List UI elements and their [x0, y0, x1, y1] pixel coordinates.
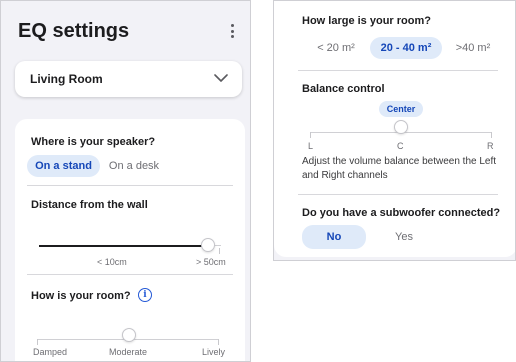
room-dropdown[interactable]: Living Room	[15, 61, 242, 97]
room-sound-stop-damped: Damped	[33, 347, 68, 357]
room-sound-stop-moderate: Moderate	[109, 347, 148, 357]
room-sound-label: How is your room?	[31, 290, 131, 302]
room-dropdown-value: Living Room	[30, 72, 103, 86]
subwoofer-option-no[interactable]: No	[302, 225, 366, 249]
subwoofer-label: Do you have a subwoofer connected?	[302, 207, 501, 219]
slider-tick	[310, 132, 311, 138]
eq-settings-screen-scrolled: How large is your room? < 20 m² 20 - 40 …	[273, 0, 516, 261]
balance-slider-thumb[interactable]	[394, 120, 408, 134]
chevron-down-icon	[214, 74, 228, 82]
room-size-option-large[interactable]: >40 m²	[450, 37, 496, 59]
divider	[298, 194, 498, 195]
more-vertical-icon[interactable]	[227, 21, 237, 41]
room-size-option-small[interactable]: < 20 m²	[308, 37, 364, 59]
balance-tick-left: L	[308, 141, 314, 151]
eq-settings-screen: EQ settings Living Room Where is your sp…	[0, 0, 251, 362]
balance-description: Adjust the volume balance between the Le…	[302, 156, 497, 181]
distance-slider-fill	[39, 244, 209, 247]
slider-tick	[219, 248, 220, 254]
distance-label: Distance from the wall	[31, 199, 148, 211]
divider	[298, 70, 498, 71]
distance-max-label: > 50cm	[196, 257, 226, 267]
room-sound-slider-thumb[interactable]	[122, 328, 136, 342]
divider	[27, 185, 233, 186]
room-sound-stop-lively: Lively	[202, 347, 226, 357]
placement-option-desk[interactable]: On a desk	[105, 155, 163, 177]
room-size-option-medium[interactable]: 20 - 40 m²	[370, 37, 442, 59]
slider-tick	[218, 339, 219, 345]
eq-settings-card: Where is your speaker? On a stand On a d…	[15, 119, 245, 361]
info-icon[interactable]: i	[138, 288, 152, 302]
distance-slider-thumb[interactable]	[201, 238, 216, 252]
distance-min-label: < 10cm	[97, 257, 127, 267]
subwoofer-option-yes[interactable]: Yes	[384, 225, 424, 249]
balance-tick-right: R	[487, 141, 494, 151]
balance-label: Balance control	[302, 83, 385, 95]
balance-value-badge: Center	[379, 101, 423, 117]
divider	[27, 274, 233, 275]
balance-tick-center: C	[397, 141, 404, 151]
placement-option-stand[interactable]: On a stand	[27, 155, 100, 177]
eq-settings-card: How large is your room? < 20 m² 20 - 40 …	[274, 1, 515, 257]
slider-tick	[491, 132, 492, 138]
room-size-label: How large is your room?	[302, 15, 431, 27]
page-title: EQ settings	[18, 20, 130, 42]
slider-tick	[37, 339, 38, 345]
speaker-placement-label: Where is your speaker?	[31, 136, 156, 148]
